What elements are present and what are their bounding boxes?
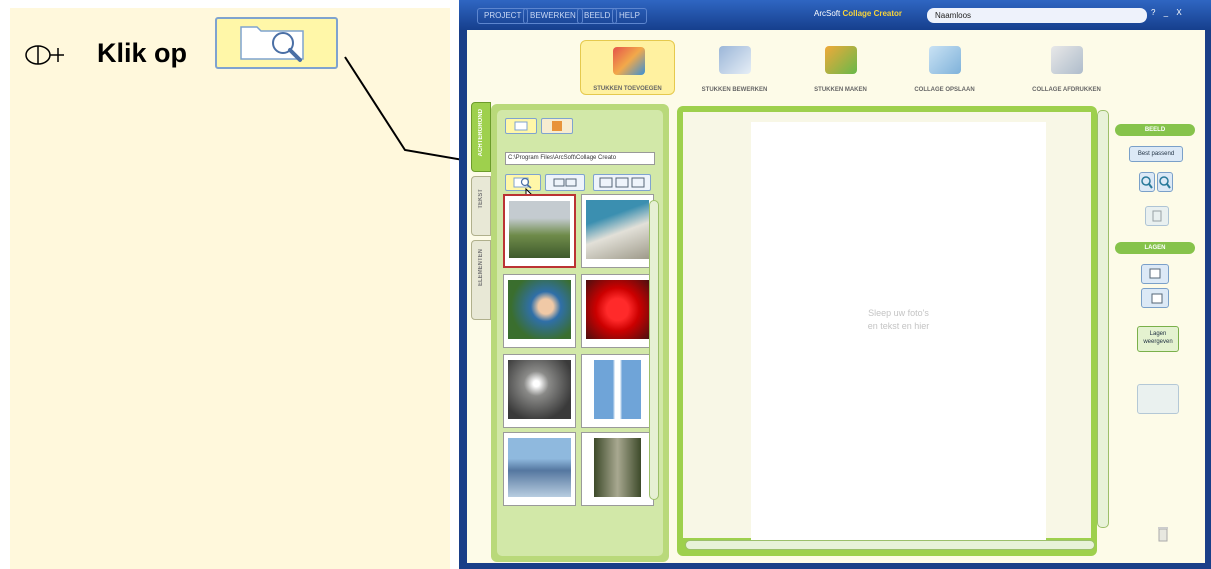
photo-browser-inner: C:\Program Files\ArcSoft\Collage Creato (497, 110, 663, 556)
canvas-horizontal-scrollbar[interactable] (685, 540, 1095, 550)
tab-background[interactable]: ACHTERGROND (471, 102, 491, 172)
show-layers-button[interactable]: Lagen weergeven (1137, 326, 1179, 352)
tab-label: ACHTERGROND (478, 109, 484, 157)
album-tab-button[interactable] (541, 118, 573, 134)
collage-page[interactable]: Sleep uw foto's en tekst en hier (751, 122, 1046, 542)
thumbnail-2[interactable] (581, 194, 654, 268)
zoom-folder-icon (240, 26, 304, 62)
zoom-out-icon (1159, 176, 1171, 189)
document-name-field[interactable]: Naamloos (927, 8, 1147, 23)
mode-save-collage[interactable]: COLLAGE OPSLAAN (897, 40, 992, 95)
layers-section-header: LAGEN (1115, 242, 1195, 254)
thumbnail-6[interactable] (581, 354, 654, 428)
best-fit-button[interactable]: Best passend (1129, 146, 1183, 162)
menu-help[interactable]: HELP (612, 8, 647, 24)
menu-project[interactable]: PROJECT (477, 8, 529, 24)
send-backward-icon (1151, 293, 1163, 304)
make-pieces-icon (825, 46, 857, 74)
save-collage-icon (929, 46, 961, 74)
title-brand: Collage Creator (842, 9, 903, 18)
bring-forward-icon (1149, 268, 1161, 279)
folder-tab-button[interactable] (505, 118, 537, 134)
view-section-header: BEELD (1115, 124, 1195, 136)
trash-icon[interactable] (1157, 526, 1169, 542)
screen: Klik op PROJECT BEWERKEN BEELD HELP ArcS… (0, 0, 1211, 569)
edit-pieces-icon (719, 46, 751, 74)
title-bar: PROJECT BEWERKEN BEELD HELP ArcSoft Coll… (459, 0, 1211, 30)
zoom-out-button[interactable] (1157, 172, 1173, 192)
thumbnail-1[interactable] (503, 194, 576, 268)
zoom-in-button[interactable] (1139, 172, 1155, 192)
mode-label: STUKKEN BEWERKEN (701, 87, 768, 93)
mode-make-pieces[interactable]: STUKKEN MAKEN (793, 40, 888, 95)
menu-edit[interactable]: BEWERKEN (523, 8, 583, 24)
thumbnail-4[interactable] (581, 274, 654, 348)
disabled-action-button (1137, 384, 1179, 414)
app-content: STUKKEN TOEVOEGEN STUKKEN BEWERKEN STUKK… (467, 30, 1205, 563)
app-title: ArcSoft Collage Creator (814, 9, 902, 18)
zoom-in-icon (1141, 176, 1153, 189)
mode-edit-pieces[interactable]: STUKKEN BEWERKEN (687, 40, 782, 95)
thumbnail-3[interactable] (503, 274, 576, 348)
canvas-vertical-scrollbar[interactable] (1097, 110, 1109, 528)
mode-add-pieces[interactable]: STUKKEN TOEVOEGEN (580, 40, 675, 95)
tab-label: ELEMENTEN (478, 249, 484, 287)
import-button[interactable] (545, 174, 585, 191)
window-controls[interactable]: ? _ X (1151, 8, 1185, 17)
app-window: PROJECT BEWERKEN BEELD HELP ArcSoft Coll… (459, 0, 1211, 569)
canvas-background: Sleep uw foto's en tekst en hier (683, 112, 1091, 542)
tab-elements[interactable]: ELEMENTEN (471, 240, 491, 320)
fit-page-icon (1152, 210, 1162, 222)
photo-browser-panel: C:\Program Files\ArcSoft\Collage Creato (491, 104, 669, 562)
import-icon (553, 178, 577, 187)
mode-print-collage[interactable]: COLLAGE AFDRUKKEN (1019, 40, 1114, 95)
mode-label: STUKKEN MAKEN (814, 87, 867, 93)
tab-text[interactable]: TEKST (471, 176, 491, 236)
thumbnail-8[interactable] (581, 432, 654, 506)
mouse-icon (25, 45, 64, 65)
thumbnail-scrollbar[interactable] (649, 200, 659, 500)
print-collage-icon (1051, 46, 1083, 74)
tab-label: TEKST (478, 189, 484, 209)
mode-label: COLLAGE OPSLAAN (914, 87, 975, 93)
thumbnail-5[interactable] (503, 354, 576, 428)
mode-label: STUKKEN TOEVOEGEN (593, 86, 662, 92)
view-mode-buttons[interactable] (593, 174, 651, 191)
bring-forward-button[interactable] (1141, 264, 1169, 284)
thumbnail-7[interactable] (503, 432, 576, 506)
zoom-folder-button[interactable] (215, 17, 338, 69)
grid-view-icon (599, 177, 645, 188)
canvas-area: Sleep uw foto's en tekst en hier (677, 106, 1109, 556)
title-prefix: ArcSoft (814, 9, 841, 18)
folder-path-field[interactable]: C:\Program Files\ArcSoft\Collage Creato (505, 152, 655, 165)
instruction-text: Klik op (97, 38, 188, 68)
add-pieces-icon (613, 47, 645, 75)
instruction-panel: Klik op (10, 8, 450, 569)
thumbnail-grid (503, 194, 663, 506)
hint-line-2: en tekst en hier (867, 321, 930, 331)
fit-page-button[interactable] (1145, 206, 1169, 226)
hint-line-1: Sleep uw foto's (868, 308, 929, 318)
send-backward-button[interactable] (1141, 288, 1169, 308)
canvas-hint: Sleep uw foto's en tekst en hier (751, 307, 1046, 333)
album-icon (552, 121, 562, 131)
mode-label: COLLAGE AFDRUKKEN (1032, 87, 1101, 93)
folder-icon (514, 121, 528, 131)
